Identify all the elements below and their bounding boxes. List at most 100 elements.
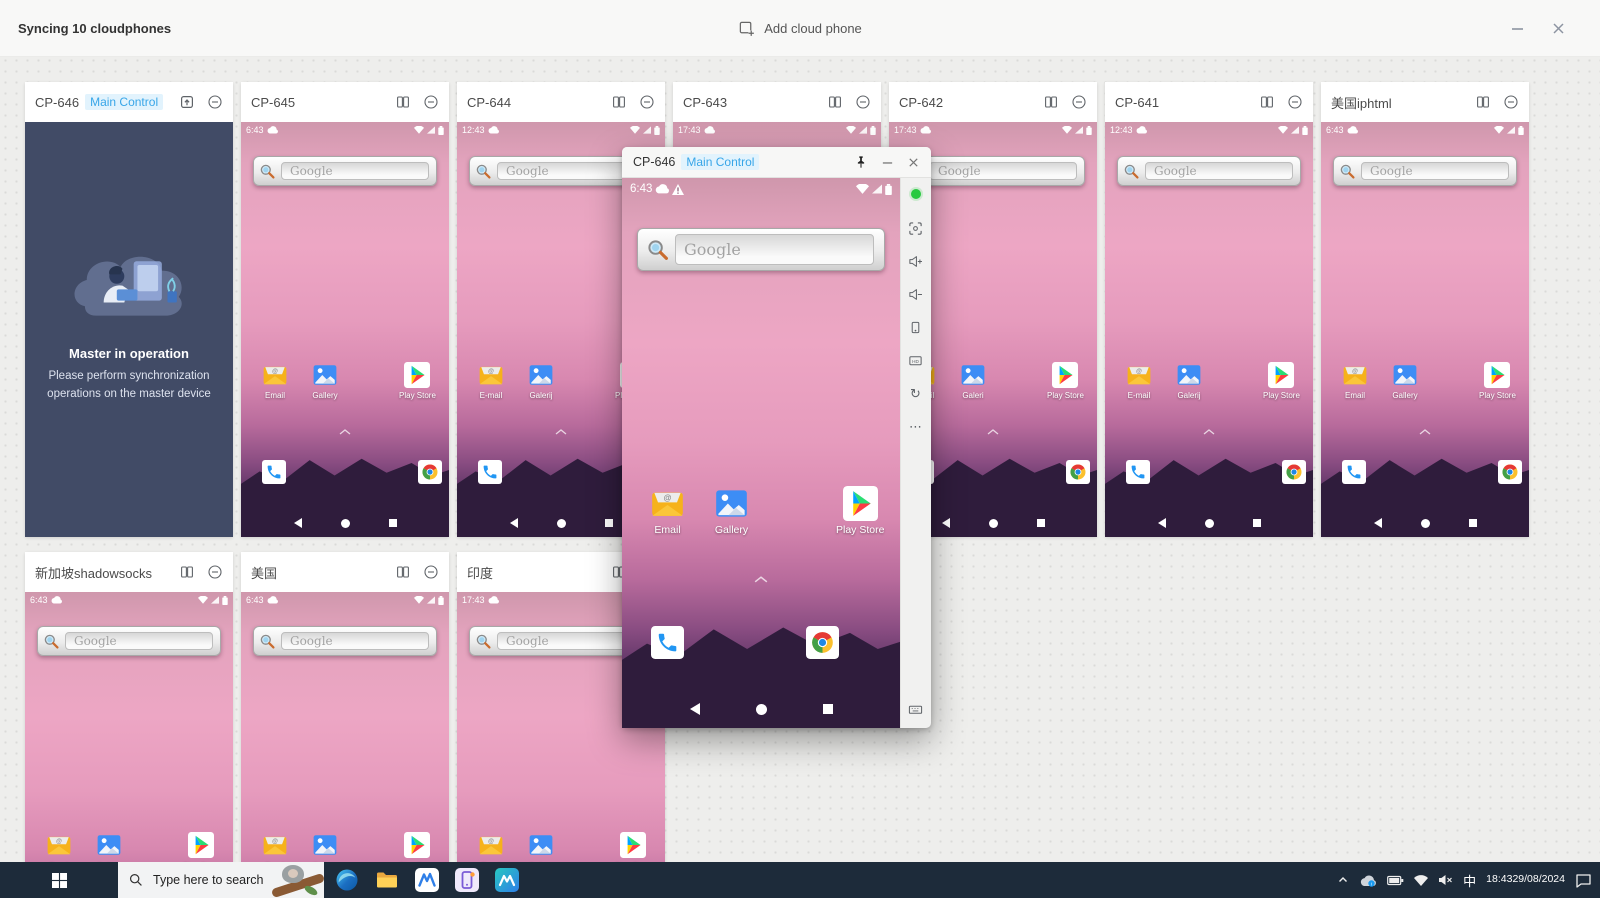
gallery-app-icon[interactable]: Gallery [1392, 362, 1418, 400]
collapse-icon[interactable] [1071, 94, 1087, 110]
search-highlight-image[interactable] [266, 862, 324, 898]
google-search-field[interactable]: Google [675, 234, 874, 265]
google-search-widget[interactable]: Google [37, 626, 221, 656]
gallery-app-icon[interactable]: Gallery [312, 362, 338, 400]
master-control-window[interactable]: CP-646 Main Control 6:43 Google @ Email … [622, 147, 931, 728]
phone-screen[interactable]: 6:43 Google @ [25, 592, 233, 898]
recents-button[interactable] [822, 704, 833, 714]
phone-screen[interactable]: 6:43 Google @ [1321, 122, 1529, 537]
gallery-app-icon[interactable]: Gallery [714, 486, 749, 536]
collapse-icon[interactable] [423, 564, 439, 580]
chrome-app-icon[interactable] [1282, 460, 1306, 484]
dual-phone-icon[interactable] [611, 94, 627, 110]
google-search-widget[interactable]: Google [253, 626, 437, 656]
playstore-app-icon[interactable]: Play Store [399, 362, 436, 400]
recents-button[interactable] [1252, 519, 1261, 527]
playstore-app-icon[interactable]: Play Store [836, 486, 884, 536]
edge-icon[interactable] [334, 867, 360, 893]
home-button[interactable] [556, 518, 566, 528]
collapse-icon[interactable] [1503, 94, 1519, 110]
google-search-field[interactable]: Google [1361, 162, 1509, 180]
home-button[interactable] [1420, 518, 1430, 528]
phone-app-icon[interactable] [262, 460, 286, 484]
back-button[interactable] [293, 518, 302, 528]
window-titlebar[interactable]: CP-646 Main Control [622, 147, 931, 178]
playstore-app-icon[interactable]: Play Store [1479, 362, 1516, 400]
more-icon[interactable]: ⋯ [908, 418, 924, 434]
dual-phone-icon[interactable] [179, 564, 195, 580]
volume-muted-icon[interactable] [1438, 874, 1453, 886]
tray-chevron-up-icon[interactable] [1337, 874, 1349, 886]
dual-phone-icon[interactable] [395, 564, 411, 580]
recents-button[interactable] [388, 519, 397, 527]
recents-button[interactable] [1468, 519, 1477, 527]
home-button[interactable] [340, 518, 350, 528]
rotate-screen-icon[interactable] [908, 319, 924, 335]
cloudphone-card[interactable]: CP-641 12:43 Google @ E-mail Galerij Pla… [1105, 82, 1313, 537]
resolution-icon[interactable]: HD [908, 352, 924, 368]
gallery-app-icon[interactable]: Galeri [960, 362, 986, 400]
ime-indicator[interactable]: 中 [1463, 871, 1476, 890]
home-button[interactable] [755, 703, 767, 715]
phone-screen[interactable]: 6:43 Google @ [241, 122, 449, 537]
back-button[interactable] [1373, 518, 1382, 528]
email-app-icon[interactable]: @ E-mail [478, 362, 504, 400]
keyboard-icon[interactable] [908, 701, 924, 717]
cloudphone-card[interactable]: CP-645 6:43 Google @ Email Gallery Play … [241, 82, 449, 537]
chrome-app-icon[interactable] [418, 460, 442, 484]
open-window-icon[interactable] [179, 94, 195, 110]
google-search-field[interactable]: Google [65, 632, 213, 650]
back-button[interactable] [1157, 518, 1166, 528]
dual-phone-icon[interactable] [1259, 94, 1275, 110]
cloudphone-card[interactable]: 美国iphtml 6:43 Google @ Email Gallery Pla… [1321, 82, 1529, 537]
window-minimize-button[interactable] [881, 156, 894, 169]
google-search-widget[interactable]: Google [637, 228, 885, 271]
home-button[interactable] [988, 518, 998, 528]
chrome-app-icon[interactable] [806, 626, 839, 659]
google-search-field[interactable]: Google [281, 632, 429, 650]
master-phone-screen[interactable]: 6:43 Google @ Email Gallery Play Store [622, 178, 900, 728]
cloudsync-app-icon[interactable] [494, 867, 520, 893]
collapse-icon[interactable] [207, 564, 223, 580]
recents-button[interactable] [1036, 519, 1045, 527]
volume-up-icon[interactable] [908, 253, 924, 269]
google-search-widget[interactable]: Google [1333, 156, 1517, 186]
dual-phone-icon[interactable] [1043, 94, 1059, 110]
collapse-icon[interactable] [423, 94, 439, 110]
phone-screen[interactable]: 12:43 Google @ [1105, 122, 1313, 537]
gallery-app-icon[interactable]: Galerij [528, 362, 554, 400]
battery-tray-icon[interactable] [1387, 875, 1404, 886]
chrome-app-icon[interactable] [1066, 460, 1090, 484]
taskbar-search[interactable] [118, 862, 324, 898]
back-button[interactable] [941, 518, 950, 528]
start-button[interactable] [0, 862, 118, 898]
gallery-app-icon[interactable]: Galerij [1176, 362, 1202, 400]
file-explorer-icon[interactable] [374, 867, 400, 893]
playstore-app-icon[interactable]: Play Store [1263, 362, 1300, 400]
phone-screen[interactable]: 6:43 Google @ [241, 592, 449, 898]
email-app-icon[interactable]: @ Email [262, 362, 288, 400]
cloudphone-card[interactable]: 新加坡shadowsocks 6:43 Google @ [25, 552, 233, 898]
cloudphone-card[interactable]: CP-646 Main Control Master in operation … [25, 82, 233, 537]
dual-phone-icon[interactable] [827, 94, 843, 110]
screenshot-icon[interactable] [908, 220, 924, 236]
window-close-button[interactable] [907, 156, 920, 169]
cloudphone-card[interactable]: 美国 6:43 Google @ [241, 552, 449, 898]
recents-button[interactable] [604, 519, 613, 527]
email-app-icon[interactable]: @ Email [650, 486, 685, 536]
close-button[interactable] [1551, 21, 1566, 36]
google-search-widget[interactable]: Google [253, 156, 437, 186]
phone-app-icon[interactable] [1342, 460, 1366, 484]
add-cloud-phone-button[interactable]: Add cloud phone [0, 20, 1600, 37]
back-button[interactable] [509, 518, 518, 528]
google-search-field[interactable]: Google [929, 162, 1077, 180]
chrome-app-icon[interactable] [1498, 460, 1522, 484]
phone-tool-app-icon[interactable] [454, 867, 480, 893]
wifi-tray-icon[interactable] [1414, 874, 1429, 886]
home-button[interactable] [1204, 518, 1214, 528]
phone-app-icon[interactable] [478, 460, 502, 484]
email-app-icon[interactable]: @ Email [1342, 362, 1368, 400]
collapse-icon[interactable] [207, 94, 223, 110]
google-search-field[interactable]: Google [281, 162, 429, 180]
volume-down-icon[interactable] [908, 286, 924, 302]
